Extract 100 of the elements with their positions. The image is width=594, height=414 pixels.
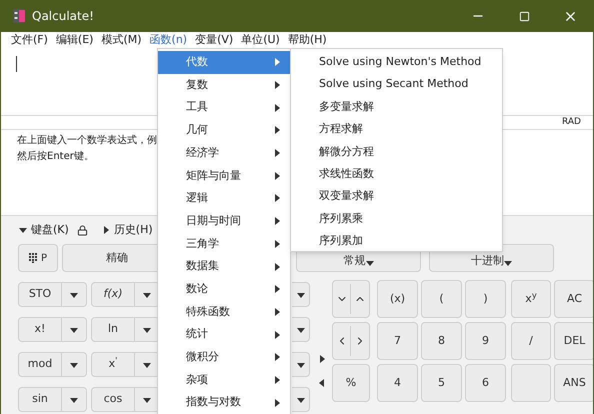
keypad-key[interactable]: 7 <box>377 322 418 360</box>
text-cursor <box>16 56 17 72</box>
menu-item[interactable]: 文件(F) <box>7 33 52 47</box>
submenu-arrow-icon <box>275 262 280 271</box>
submenu-arrow-icon <box>275 398 280 407</box>
menu-item[interactable]: 编辑(E) <box>52 33 98 47</box>
submenu-arrow-icon <box>275 194 280 202</box>
keypad-key[interactable]: 5 <box>421 364 462 402</box>
key-dropdown-button[interactable] <box>62 317 87 342</box>
menu-item[interactable]: 数论 <box>158 278 290 301</box>
dropdown-arrow-icon <box>296 290 304 298</box>
dropdown-arrow-icon <box>143 326 151 334</box>
submenu-arrow-icon <box>275 58 280 66</box>
key-dropdown-button[interactable] <box>62 352 87 377</box>
collapsed-triangle-icon <box>102 226 110 234</box>
menu-item[interactable]: 复数 <box>158 74 290 96</box>
submenu-arrow-icon <box>275 81 280 90</box>
function-key[interactable]: sin <box>18 387 62 412</box>
submenu-arrow-icon <box>275 104 280 112</box>
expanded-triangle-icon <box>19 226 27 234</box>
function-key[interactable]: STO <box>18 282 62 307</box>
menu-item[interactable]: 模式(M) <box>97 33 146 47</box>
keypad-key[interactable]: AC <box>554 280 593 318</box>
submenu-item[interactable]: Solve using Newton's Method <box>291 51 502 74</box>
menu-item[interactable]: 函数(n) <box>146 33 192 47</box>
function-key[interactable]: mod <box>18 352 62 377</box>
submenu-item[interactable]: 方程求解 <box>291 118 502 141</box>
dropdown-arrow-icon <box>366 259 374 267</box>
key-dropdown-button[interactable] <box>292 387 310 412</box>
collapse-arrow-icon <box>318 379 326 387</box>
function-key[interactable]: x! <box>18 317 62 342</box>
function-key[interactable]: ln <box>91 317 135 342</box>
menu-item[interactable]: 日期与时间 <box>158 210 290 232</box>
dropdown-arrow-icon <box>143 360 151 368</box>
submenu-arrow-icon <box>275 330 280 339</box>
keypad-key[interactable]: 6 <box>465 364 506 402</box>
keypad-key[interactable]: DEL <box>554 322 593 360</box>
dropdown-arrow-icon <box>143 290 151 298</box>
menu-item[interactable]: 微积分 <box>158 346 290 369</box>
key-dropdown-button[interactable] <box>62 387 87 412</box>
menu-item[interactable]: 杂项 <box>158 368 290 392</box>
submenu-item[interactable]: 序列累乘 <box>291 208 502 230</box>
maximize-icon <box>518 10 530 22</box>
keypad-key[interactable]: 8 <box>421 322 462 360</box>
keypad-icon <box>28 253 38 263</box>
menu-item[interactable]: 几何 <box>158 119 290 142</box>
menu-item[interactable]: 工具 <box>158 96 290 120</box>
keypad-key[interactable]: 4 <box>377 364 418 402</box>
function-key[interactable]: f(x) <box>91 282 135 307</box>
hint-text: 然后按Enter键。 <box>17 150 94 164</box>
keypad-key[interactable]: (x) <box>377 280 418 318</box>
function-key[interactable]: x$^{'}$ <box>91 352 135 377</box>
window-title: Qalculate! <box>32 8 94 25</box>
menu-item[interactable]: 统计 <box>158 323 290 346</box>
menu-item[interactable]: 帮助(H) <box>284 33 331 47</box>
dropdown-arrow-icon <box>504 259 512 267</box>
submenu-arrow-icon <box>275 240 280 248</box>
key-dropdown-button[interactable] <box>62 282 87 307</box>
submenu-item[interactable]: 双变量求解 <box>291 185 502 208</box>
keypad-key[interactable]: ANS <box>554 364 593 402</box>
function-key[interactable]: cos <box>91 387 135 412</box>
dropdown-arrow-icon <box>296 360 304 368</box>
dropdown-arrow-icon <box>70 396 78 404</box>
keypad-key[interactable]: x$^{y}$ <box>511 280 551 318</box>
key-dropdown-button[interactable] <box>292 282 310 307</box>
submenu-item[interactable]: 解微分方程 <box>291 140 502 163</box>
dropdown-arrow-icon <box>143 396 151 404</box>
keypad-mode-button[interactable]: P <box>18 244 58 272</box>
submenu-item[interactable]: 求线性函数 <box>291 162 502 186</box>
submenu-arrow-icon <box>275 172 280 180</box>
menu-item[interactable]: 特殊函数 <box>158 300 290 324</box>
panel-toggle[interactable]: 键盘(K) <box>19 222 69 238</box>
submenu-arrow-icon <box>275 126 280 134</box>
submenu-arrow-icon <box>275 353 280 362</box>
menu-item[interactable]: 矩阵与向量 <box>158 164 290 188</box>
keypad-key[interactable]: ( <box>421 280 462 318</box>
keypad-key[interactable]: / <box>511 322 551 360</box>
submenu-arrow-icon <box>275 376 280 384</box>
keypad-key[interactable]: 9 <box>465 322 506 360</box>
hint-text: 在上面键入一个数学表达式，例 <box>17 134 157 148</box>
submenu-arrow-icon <box>275 217 280 226</box>
menu-item[interactable]: 经济学 <box>158 142 290 164</box>
keypad-key[interactable]: % <box>332 364 370 402</box>
dropdown-arrow-icon <box>70 326 78 334</box>
key-dropdown-button[interactable] <box>292 317 310 342</box>
dropdown-arrow-icon <box>296 326 304 334</box>
angle-unit: RAD <box>562 116 581 129</box>
key-dropdown-button[interactable] <box>292 352 310 377</box>
keypad-key[interactable]: ) <box>465 280 506 318</box>
menu-item[interactable]: 指数与对数 <box>158 391 290 414</box>
submenu-item[interactable]: 多变量求解 <box>291 96 502 118</box>
menu-item[interactable]: 代数 <box>158 51 290 74</box>
menu-item[interactable]: 单位(U) <box>237 33 284 47</box>
menu-item[interactable]: 逻辑 <box>158 187 290 210</box>
menu-item[interactable]: 变量(V) <box>191 33 238 47</box>
submenu-arrow-icon <box>275 308 280 316</box>
panel-toggle[interactable]: 历史(H) <box>102 222 153 238</box>
expand-arrow-icon <box>318 355 326 363</box>
submenu-item[interactable]: Solve using Secant Method <box>291 73 502 96</box>
lock-icon[interactable] <box>76 224 88 236</box>
